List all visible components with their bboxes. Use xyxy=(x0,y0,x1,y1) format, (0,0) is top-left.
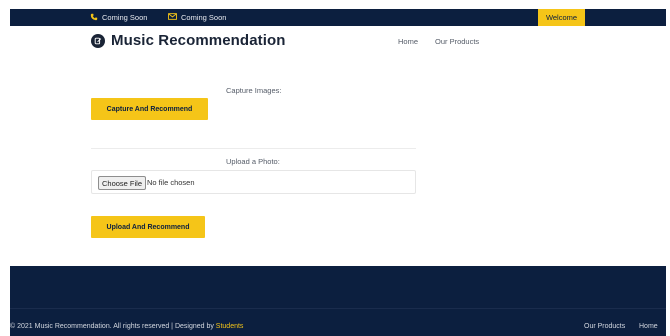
footer-divider xyxy=(10,308,666,309)
welcome-button[interactable]: Welcome xyxy=(538,9,585,26)
upload-label: Upload a Photo: xyxy=(226,157,280,166)
file-status-text: No file chosen xyxy=(147,178,195,187)
contact-phone: Coming Soon xyxy=(90,9,147,26)
footer-link-home[interactable]: Home xyxy=(639,323,658,330)
nav-home[interactable]: Home xyxy=(398,37,418,46)
contact-phone-text: Coming Soon xyxy=(102,13,148,22)
capture-label: Capture Images: xyxy=(226,86,282,95)
file-input[interactable]: Choose File No file chosen xyxy=(91,170,416,194)
capture-and-recommend-button[interactable]: Capture And Recommend xyxy=(91,98,208,120)
copyright-main: © 2021 Music Recommendation. All rights … xyxy=(10,323,216,330)
music-logo-icon xyxy=(91,33,105,48)
mail-icon xyxy=(168,13,177,22)
choose-file-button[interactable]: Choose File xyxy=(98,176,147,190)
footer-link-our-products[interactable]: Our Products xyxy=(584,323,625,330)
nav-our-products[interactable]: Our Products xyxy=(435,37,479,46)
top-bar: Coming Soon Coming Soon Welcome xyxy=(10,9,666,26)
page-title: Music Recommendation xyxy=(111,32,286,49)
upload-and-recommend-button[interactable]: Upload And Recommend xyxy=(91,216,205,238)
footer: © 2021 Music Recommendation. All rights … xyxy=(10,266,666,336)
brand[interactable]: Music Recommendation xyxy=(91,32,286,49)
contact-mail-text: Coming Soon xyxy=(181,13,227,22)
contact-mail: Coming Soon xyxy=(168,9,226,26)
divider xyxy=(91,148,416,149)
copyright-text: © 2021 Music Recommendation. All rights … xyxy=(10,323,243,330)
designer-link[interactable]: Students xyxy=(216,323,244,330)
phone-icon xyxy=(90,13,98,23)
